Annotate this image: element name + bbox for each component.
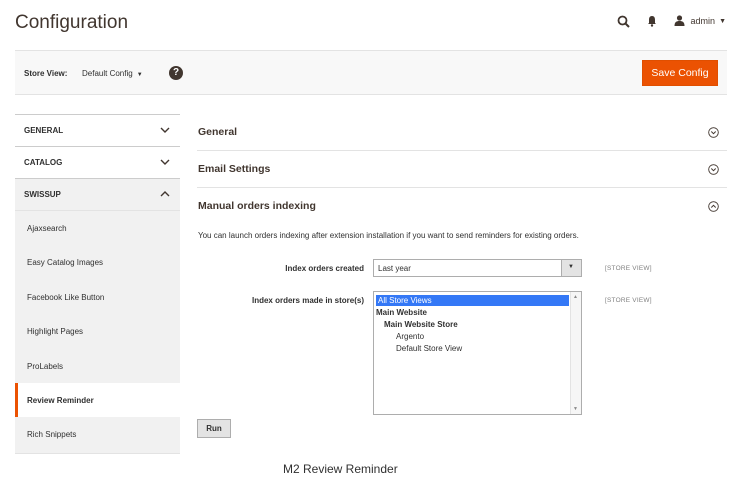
top-actions: admin ▼	[610, 11, 726, 31]
sidebar-item-ajaxsearch[interactable]: Ajaxsearch	[15, 211, 180, 246]
store-option[interactable]: Argento	[376, 331, 424, 342]
index-created-select[interactable]: Last year ▼	[373, 259, 582, 277]
index-stores-multiselect[interactable]: All Store Views Main Website Main Websit…	[373, 291, 582, 415]
user-menu[interactable]: admin ▼	[674, 14, 726, 28]
sidebar-item-label: ProLabels	[27, 361, 64, 371]
store-option[interactable]: Main Website Store	[376, 319, 458, 330]
save-config-button[interactable]: Save Config	[642, 60, 718, 86]
collapse-icon	[708, 201, 719, 212]
section-manual-orders-indexing[interactable]: Manual orders indexing	[197, 188, 727, 224]
user-icon	[674, 14, 685, 28]
caption: M2 Review Reminder	[283, 462, 398, 476]
bell-icon[interactable]	[638, 11, 666, 31]
tab-label: SWISSUP	[24, 190, 61, 199]
section-title: General	[198, 126, 238, 138]
sidebar-item-easy-catalog-images[interactable]: Easy Catalog Images	[15, 245, 180, 280]
chevron-down-icon: ▼	[136, 72, 143, 78]
scroll-down-icon[interactable]: ▼	[573, 406, 578, 412]
help-icon[interactable]: ?	[169, 66, 183, 80]
select-value: Last year	[378, 264, 411, 273]
index-stores-label: Index orders made in store(s)	[251, 296, 364, 305]
sidebar-item-highlight-pages[interactable]: Highlight Pages	[15, 314, 180, 349]
store-option[interactable]: Main Website	[376, 307, 427, 318]
tab-general[interactable]: GENERAL	[15, 115, 180, 147]
section-general[interactable]: General	[197, 114, 727, 151]
expand-icon	[708, 164, 719, 175]
sidebar-item-label: Easy Catalog Images	[27, 258, 104, 268]
select-toggle[interactable]: ▼	[561, 260, 581, 276]
page-title: Configuration	[15, 12, 129, 33]
sidebar-item-label: Facebook Like Button	[27, 292, 105, 302]
scope-note: [STORE VIEW]	[605, 265, 652, 272]
sidebar-item-rich-snippets[interactable]: Rich Snippets	[15, 417, 180, 452]
section-email-settings[interactable]: Email Settings	[197, 151, 727, 188]
chevron-down-icon: ▼	[568, 264, 574, 270]
user-name: admin	[690, 16, 716, 26]
run-button[interactable]: Run	[197, 419, 231, 438]
section-title: Manual orders indexing	[198, 200, 316, 212]
sidebar-item-label: Rich Snippets	[27, 430, 77, 440]
search-icon[interactable]	[610, 11, 638, 31]
chevron-down-icon	[160, 159, 170, 165]
sidebar-item-label: Review Reminder	[27, 395, 94, 405]
chevron-down-icon: ▼	[719, 17, 726, 25]
tab-swissup[interactable]: SWISSUP	[15, 179, 180, 211]
sidebar-item-review-reminder[interactable]: Review Reminder	[15, 382, 180, 418]
scope-label: Store View:	[24, 69, 68, 78]
store-option[interactable]: Default Store View	[376, 343, 462, 354]
chevron-up-icon	[160, 191, 170, 197]
sidebar-item-label: Highlight Pages	[27, 327, 84, 337]
tab-label: GENERAL	[24, 126, 64, 135]
chevron-down-icon	[160, 127, 170, 133]
sidebar-item-facebook-like-button[interactable]: Facebook Like Button	[15, 279, 180, 315]
section-title: Email Settings	[198, 163, 271, 175]
tab-label: CATALOG	[24, 158, 63, 167]
sidebar-item-prolabels[interactable]: ProLabels	[15, 348, 180, 383]
tab-catalog[interactable]: CATALOG	[15, 147, 180, 179]
index-created-label: Index orders created	[285, 264, 364, 273]
scroll-up-icon[interactable]: ▲	[573, 294, 578, 300]
scope-dropdown[interactable]: Default Config ▼	[82, 69, 143, 78]
section-intro: You can launch orders indexing after ext…	[198, 231, 579, 240]
store-option[interactable]: All Store Views	[376, 295, 569, 306]
scope-selected: Default Config	[82, 69, 133, 78]
expand-icon	[708, 127, 719, 138]
sidebar-item-label: Ajaxsearch	[27, 224, 67, 233]
scrollbar[interactable]: ▲ ▼	[570, 292, 581, 414]
config-sidebar: GENERAL CATALOG SWISSUP Ajaxsearch Easy …	[15, 114, 180, 454]
scope-switcher-bar: Store View: Default Config ▼ ? Save Confi…	[15, 50, 727, 95]
scope-note: [STORE VIEW]	[605, 297, 652, 304]
